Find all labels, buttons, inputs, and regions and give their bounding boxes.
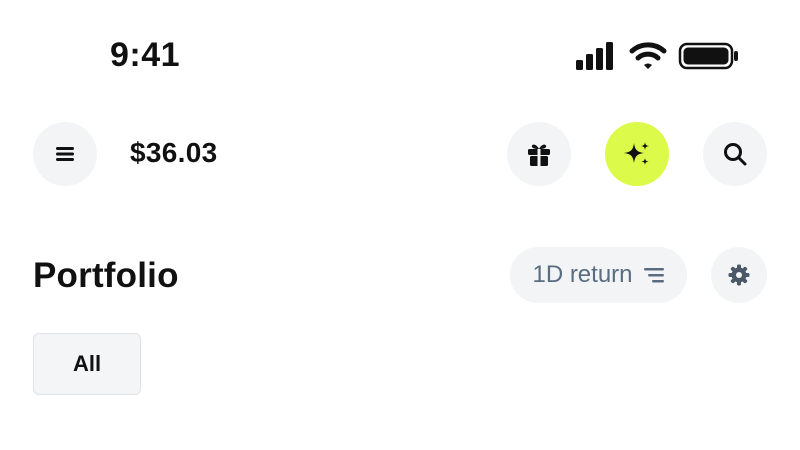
status-time: 9:41 bbox=[110, 36, 181, 74]
battery-icon bbox=[678, 42, 738, 70]
gift-icon bbox=[528, 144, 550, 166]
wifi-icon bbox=[629, 42, 667, 69]
return-period-filter[interactable]: 1D return bbox=[510, 247, 687, 303]
return-filter-label: 1D return bbox=[532, 261, 633, 288]
account-balance: $36.03 bbox=[130, 137, 218, 168]
portfolio-settings-button[interactable] bbox=[711, 247, 767, 303]
gear-icon bbox=[728, 264, 750, 286]
ai-assistant-button[interactable] bbox=[605, 122, 669, 186]
gift-button[interactable] bbox=[507, 122, 571, 186]
sparkles-icon bbox=[624, 142, 649, 165]
portfolio-title: Portfolio bbox=[33, 256, 179, 295]
filter-chip-all[interactable]: All bbox=[33, 333, 141, 395]
sort-icon bbox=[643, 268, 664, 283]
search-icon bbox=[724, 143, 747, 166]
menu-button[interactable] bbox=[33, 122, 97, 186]
search-button[interactable] bbox=[703, 122, 767, 186]
menu-icon bbox=[56, 147, 74, 161]
cellular-signal-icon bbox=[576, 42, 613, 70]
status-icons bbox=[572, 40, 742, 76]
